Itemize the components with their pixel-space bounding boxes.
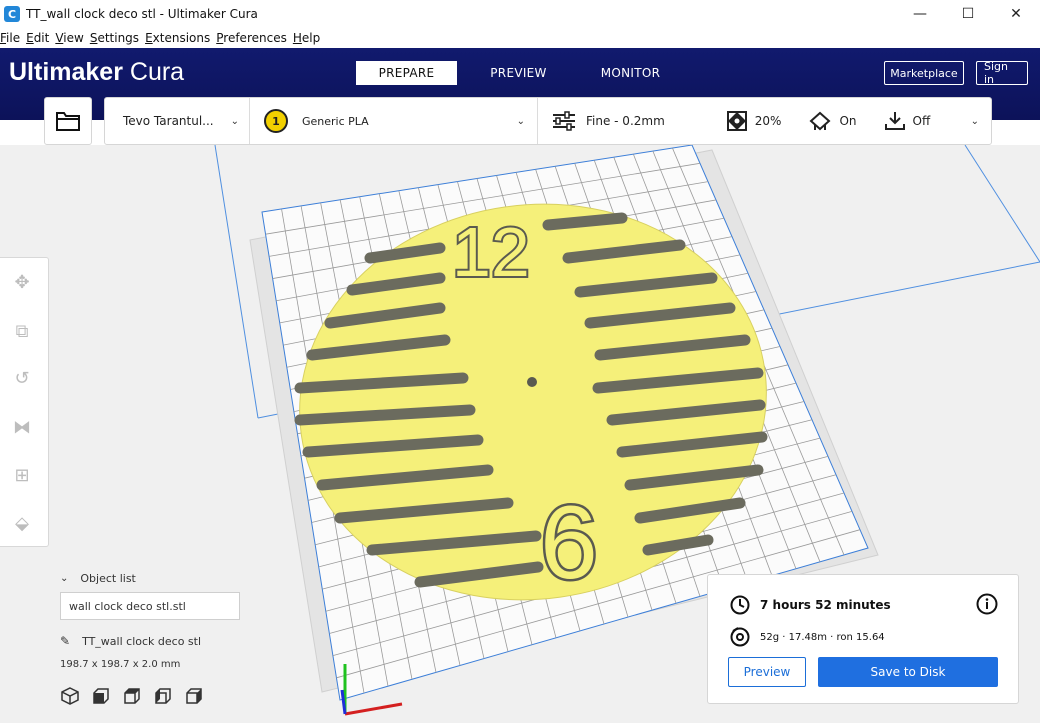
numeral-6: 6 [540, 485, 598, 601]
per-model-settings-icon[interactable]: ⊞ [10, 463, 34, 487]
adhesion-icon [884, 112, 905, 130]
settings-sliders-icon [553, 111, 575, 131]
print-setup-toolbar: Tevo Tarantul... ⌄ 1 Generic PLA ⌄ Fine … [104, 97, 992, 145]
support-icon [809, 111, 831, 131]
menu-bar: File Edit View Settings Extensions Prefe… [0, 28, 1040, 48]
chevron-down-icon: ⌄ [230, 115, 239, 127]
object-list-header: Object list [80, 572, 136, 585]
menu-file[interactable]: File [0, 31, 20, 45]
chevron-down-icon: ⌄ [516, 115, 525, 127]
window-titlebar: C TT_wall clock deco stl - Ultimaker Cur… [0, 0, 1040, 28]
pencil-icon: ✎ [60, 634, 71, 648]
menu-view[interactable]: View [55, 31, 83, 45]
numeral-12: 12 [452, 213, 530, 291]
material-selector[interactable]: 1 Generic PLA ⌄ [250, 98, 537, 144]
support-blocker-icon[interactable]: ⬙ [10, 511, 34, 535]
folder-icon [56, 112, 80, 131]
menu-edit[interactable]: Edit [26, 31, 49, 45]
print-time: 7 hours 52 minutes [730, 595, 891, 615]
adhesion-value: Off [912, 114, 931, 128]
view-left-icon[interactable] [153, 686, 173, 706]
window-title: TT_wall clock deco stl - Ultimaker Cura [26, 7, 258, 21]
view-front-icon[interactable] [91, 686, 111, 706]
sign-in-button[interactable]: Sign in [976, 60, 1028, 86]
maximize-button[interactable]: ☐ [944, 0, 992, 28]
scale-tool-icon[interactable]: ⧉ [10, 319, 34, 343]
support-value: On [839, 114, 857, 128]
print-time-value: 7 hours 52 minutes [760, 598, 891, 612]
spool-icon [730, 627, 750, 647]
material-name: Generic PLA [302, 114, 369, 128]
tab-monitor[interactable]: MONITOR [580, 61, 681, 85]
material-usage: 52g · 17.48m · ron 15.64 [730, 627, 885, 647]
clock-center-hole [527, 377, 537, 387]
view-right-icon[interactable] [184, 686, 204, 706]
object-name-field[interactable]: ✎ TT_wall clock deco stl [60, 634, 201, 648]
object-list-item[interactable]: wall clock deco stl.stl [60, 592, 240, 620]
extruder-badge-icon: 1 [264, 109, 288, 133]
object-name: TT_wall clock deco stl [82, 634, 202, 648]
chevron-down-icon: ⌄ [970, 115, 979, 127]
tool-panel: ✥ ⧉ ↺ ⧓ ⊞ ⬙ [0, 257, 49, 547]
window-controls: — ☐ ✕ [896, 0, 1040, 28]
printer-selector[interactable]: Tevo Tarantul... ⌄ [105, 98, 249, 144]
view-3d-icon[interactable] [60, 686, 80, 706]
object-dimensions: 198.7 x 198.7 x 2.0 mm [60, 659, 181, 670]
save-to-disk-button[interactable]: Save to Disk [818, 657, 998, 687]
stage-tabs: PREPARE PREVIEW MONITOR [356, 61, 692, 85]
minimize-button[interactable]: — [896, 0, 944, 28]
infill-value: 20% [754, 114, 782, 128]
menu-help[interactable]: Help [293, 31, 320, 45]
printer-name: Tevo Tarantul... [123, 114, 214, 128]
camera-view-buttons [60, 686, 215, 706]
mirror-tool-icon[interactable]: ⧓ [10, 415, 34, 439]
print-summary-panel: 7 hours 52 minutes 52g · 17.48m · ron 15… [707, 574, 1019, 704]
print-settings-selector[interactable]: Fine - 0.2mm 20% On Off ⌄ [538, 98, 991, 144]
brand-logo: Ultimaker Cura [9, 58, 185, 86]
menu-preferences[interactable]: Preferences [216, 31, 287, 45]
close-button[interactable]: ✕ [992, 0, 1040, 28]
cura-app-icon: C [4, 6, 20, 22]
clock-icon [730, 595, 750, 615]
object-list-toggle[interactable]: ⌄ Object list [60, 572, 260, 585]
view-top-icon[interactable] [122, 686, 142, 706]
material-usage-value: 52g · 17.48m · ron 15.64 [760, 631, 885, 643]
rotate-tool-icon[interactable]: ↺ [10, 366, 34, 390]
menu-settings[interactable]: Settings [90, 31, 139, 45]
tab-preview[interactable]: PREVIEW [468, 61, 569, 85]
preview-button[interactable]: Preview [728, 657, 806, 687]
profile-name: Fine - 0.2mm [586, 114, 665, 128]
object-list-panel: ⌄ Object list wall clock deco stl.stl ✎ … [60, 572, 260, 705]
infill-icon [726, 111, 747, 131]
move-tool-icon[interactable]: ✥ [10, 270, 34, 294]
info-icon[interactable] [976, 593, 998, 618]
menu-extensions[interactable]: Extensions [145, 31, 210, 45]
marketplace-button[interactable]: Marketplace [884, 61, 964, 85]
open-file-button[interactable] [44, 97, 92, 145]
chevron-down-icon: ⌄ [60, 573, 69, 584]
tab-prepare[interactable]: PREPARE [356, 61, 457, 85]
